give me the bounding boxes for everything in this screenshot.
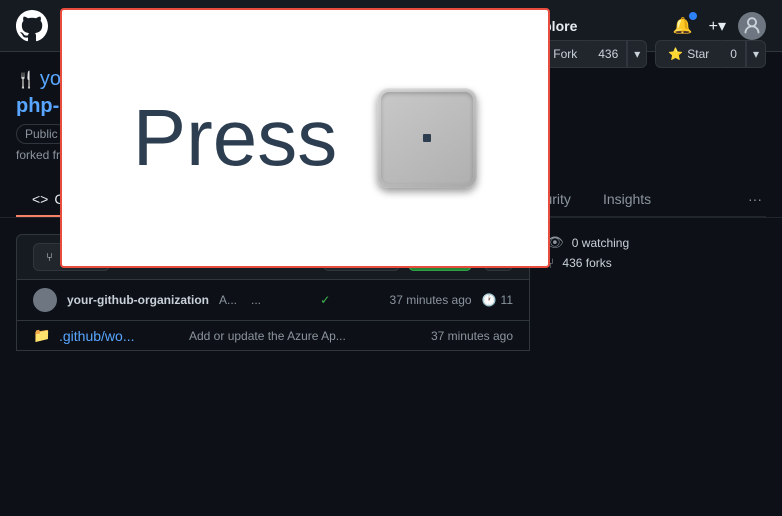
watching-item: 👁 0 watching (546, 234, 766, 251)
github-logo[interactable] (16, 10, 48, 42)
star-button-group: ⭐ Star 0 ▾ (655, 40, 766, 68)
commit-check-icon: ✓ (320, 293, 330, 307)
code-icon: <> (32, 191, 48, 207)
commit-time: 37 minutes ago (390, 293, 472, 307)
file-row-github: 📁 .github/wo... Add or update the Azure … (16, 321, 530, 351)
keyboard-key (377, 88, 477, 188)
folder-icon: 📁 (33, 327, 49, 344)
forks-label: 436 forks (562, 256, 611, 270)
commit-row: your-github-organization A... ... ✓ 37 m… (16, 280, 530, 321)
notifications-button[interactable]: 🔔 (669, 12, 697, 40)
commit-author[interactable]: your-github-organization (67, 293, 209, 307)
header-actions: 🔔 +▾ (669, 12, 766, 40)
file-time: 37 minutes ago (431, 329, 513, 343)
create-button[interactable]: +▾ (705, 12, 730, 40)
press-overlay: Press (60, 8, 550, 268)
forks-item: ⑂ 436 forks (546, 255, 766, 271)
notification-dot (689, 12, 697, 20)
history-icon: 🕐 (482, 293, 497, 307)
key-dot (423, 134, 431, 142)
star-count: 0 (721, 40, 746, 68)
commit-count-num: 11 (501, 293, 513, 307)
commit-menu[interactable]: ... (251, 293, 261, 307)
more-dots-icon: ··· (748, 191, 762, 207)
tab-insights-label: Insights (603, 191, 651, 207)
watching-label: 0 watching (572, 236, 629, 250)
star-label: Star (687, 47, 709, 61)
star-caret[interactable]: ▾ (746, 40, 766, 68)
commit-avatar (33, 288, 57, 312)
sidebar: 👁 0 watching ⑂ 436 forks (546, 234, 766, 351)
fork-caret[interactable]: ▾ (627, 40, 647, 68)
tab-more[interactable]: ··· (744, 182, 766, 216)
branch-icon: ⑂ (46, 250, 53, 264)
press-text: Press (133, 92, 338, 184)
commit-author-suffix: A... (219, 293, 237, 307)
file-commit-message: Add or update the Azure Ap... (189, 329, 421, 343)
fork-label: Fork (553, 47, 577, 61)
avatar[interactable] (738, 12, 766, 40)
tab-insights[interactable]: Insights (587, 182, 667, 217)
star-icon: ⭐ (668, 47, 683, 61)
commit-history[interactable]: 🕐 11 (482, 293, 513, 307)
fork-count: 436 (589, 40, 627, 68)
file-name-link[interactable]: .github/wo... (59, 328, 179, 344)
star-button[interactable]: ⭐ Star (655, 40, 721, 68)
